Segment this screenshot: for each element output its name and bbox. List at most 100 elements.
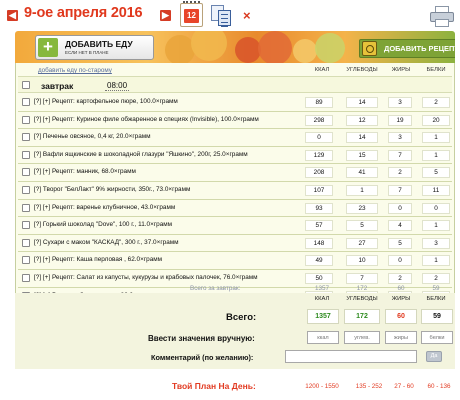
cell-carbs: 41 bbox=[346, 167, 378, 179]
food-name[interactable]: [?] [+] Рецепт: Каша перловая , 62.0×гра… bbox=[34, 256, 312, 263]
cell-carbs: 23 bbox=[346, 202, 378, 214]
food-name[interactable]: [?] [+] Рецепт: Куриное филе обжаренное … bbox=[34, 116, 312, 123]
cell-protein: 1 bbox=[422, 149, 450, 161]
submit-comment-button[interactable]: Да bbox=[426, 351, 442, 362]
cell-kcal: 50 bbox=[305, 272, 333, 284]
prev-arrow-icon[interactable]: ◀ bbox=[7, 10, 18, 21]
column-header-kcal: ККАЛ bbox=[314, 67, 330, 73]
row-checkbox[interactable] bbox=[22, 273, 30, 282]
food-name[interactable]: [?] Вафли ящкинские в шоколадной глазури… bbox=[34, 151, 312, 158]
total-kcal: 1357 bbox=[307, 309, 339, 324]
cell-kcal: 148 bbox=[305, 237, 333, 249]
row-checkbox[interactable] bbox=[22, 150, 30, 159]
row-checkbox[interactable] bbox=[22, 185, 30, 194]
cell-kcal: 129 bbox=[305, 149, 333, 161]
date-title: 9-ое апреля 2016 bbox=[24, 5, 143, 21]
comment-input[interactable] bbox=[285, 350, 417, 363]
cell-protein: 3 bbox=[422, 237, 450, 249]
banner-fruit bbox=[315, 33, 345, 63]
manual-carbs-input[interactable] bbox=[344, 331, 380, 344]
printer-icon[interactable] bbox=[430, 6, 454, 28]
cell-kcal: 208 bbox=[305, 167, 333, 179]
summary-header-fat: ЖИРЫ bbox=[391, 296, 411, 302]
calendar-rings bbox=[183, 1, 200, 6]
cell-fat: 3 bbox=[388, 97, 412, 108]
add-food-label: ДОБАВИТЬ ЕДУ bbox=[65, 39, 133, 49]
table-row: [?] [+] Рецепт: картофельное пюре, 100.0… bbox=[18, 94, 452, 112]
column-header-protein: БЕЛКИ bbox=[426, 67, 446, 73]
manual-entry-label: Ввести значения вручную: bbox=[148, 334, 255, 343]
cell-kcal: 298 bbox=[305, 114, 333, 126]
food-name[interactable]: [?] Печенье овсяное, 0,4 кг, 20.0×грамм bbox=[34, 133, 312, 140]
add-food-sublabel: ЕСЛИ НЕТ В ПЛАНЕ bbox=[65, 50, 109, 55]
food-name[interactable]: [?] [+] Рецепт: Салат из капусты, кукуру… bbox=[34, 274, 312, 281]
row-checkbox[interactable] bbox=[22, 133, 30, 142]
cell-carbs: 15 bbox=[346, 149, 378, 161]
row-checkbox[interactable] bbox=[22, 203, 30, 212]
food-name[interactable]: [?] [+] Рецепт: картофельное пюре, 100.0… bbox=[34, 98, 312, 105]
column-header-fat: ЖИРЫ bbox=[391, 67, 411, 73]
row-checkbox[interactable] bbox=[22, 256, 30, 265]
manual-protein-input[interactable] bbox=[421, 331, 453, 344]
plan-protein: 60 - 136 bbox=[427, 383, 451, 390]
food-name[interactable]: [?] Творог "БелЛакт" 9% жирности, 350г.,… bbox=[34, 186, 312, 193]
breakfast-total-fat: 60 bbox=[397, 285, 405, 292]
meal-checkbox[interactable] bbox=[22, 81, 30, 89]
cell-fat: 19 bbox=[388, 114, 412, 126]
cell-carbs: 14 bbox=[346, 97, 378, 108]
action-banner: + ДОБАВИТЬ ЕДУ ЕСЛИ НЕТ В ПЛАНЕ ДОБАВИТЬ… bbox=[15, 31, 455, 63]
cell-protein: 1 bbox=[422, 220, 450, 232]
copy-icon[interactable] bbox=[211, 5, 233, 27]
plan-kcal: 1200 - 1550 bbox=[305, 383, 339, 390]
food-name[interactable]: [?] [+] Рецепт: манник, 68.0×грамм bbox=[34, 168, 312, 175]
cell-carbs: 10 bbox=[346, 255, 378, 267]
total-protein: 59 bbox=[421, 309, 453, 324]
cell-fat: 4 bbox=[388, 220, 412, 232]
food-name[interactable]: [?] Горький шоколад "Dove", 100 г., 11.0… bbox=[34, 221, 312, 228]
food-name[interactable]: [?] Сухари с маком "КАСКАД", 300 г., 37.… bbox=[34, 239, 312, 246]
add-food-button[interactable]: + ДОБАВИТЬ ЕДУ ЕСЛИ НЕТ В ПЛАНЕ bbox=[35, 35, 154, 60]
cell-kcal: 0 bbox=[305, 132, 333, 144]
summary-header-protein: БЕЛКИ bbox=[426, 296, 446, 302]
row-checkbox[interactable] bbox=[22, 221, 30, 230]
cell-carbs: 14 bbox=[346, 132, 378, 144]
close-icon[interactable]: × bbox=[243, 8, 251, 23]
row-checkbox[interactable] bbox=[22, 238, 30, 247]
summary-header-carbs: УГЛЕВОДЫ bbox=[346, 296, 378, 302]
top-bar: ◀ 9-ое апреля 2016 ▶ 12 × bbox=[0, 0, 460, 34]
food-rows: [?] [+] Рецепт: картофельное пюре, 100.0… bbox=[18, 94, 452, 306]
cell-kcal: 89 bbox=[305, 97, 333, 108]
add-recipe-button[interactable]: ДОБАВИТЬ РЕЦЕПТ bbox=[359, 39, 455, 58]
plan-carbs: 135 - 252 bbox=[355, 383, 383, 390]
copy-icon-front-page bbox=[218, 10, 231, 27]
cell-fat: 7 bbox=[388, 149, 412, 161]
calendar-icon[interactable]: 12 bbox=[180, 1, 203, 27]
food-name[interactable]: [?] [+] Рецепт: варенье клубничное, 43.0… bbox=[34, 204, 312, 211]
meal-time[interactable]: 08:00 bbox=[105, 81, 130, 91]
old-add-food-link[interactable]: добавить еду по-старому bbox=[38, 67, 112, 74]
banner-fruit bbox=[191, 31, 227, 61]
row-checkbox[interactable] bbox=[22, 98, 30, 106]
cell-carbs: 1 bbox=[346, 184, 378, 196]
row-checkbox[interactable] bbox=[22, 168, 30, 177]
cell-carbs: 7 bbox=[346, 272, 378, 284]
table-row: [?] Вафли ящкинские в шоколадной глазури… bbox=[18, 147, 452, 165]
breakfast-total-label: Всего за завтрак: bbox=[190, 285, 241, 292]
plus-icon: + bbox=[38, 38, 58, 57]
row-checkbox[interactable] bbox=[22, 115, 30, 124]
table-row: [?] Творог "БелЛакт" 9% жирности, 350г.,… bbox=[18, 182, 452, 200]
cell-protein: 11 bbox=[422, 184, 450, 196]
banner-fruit bbox=[258, 31, 292, 63]
manual-fat-input[interactable] bbox=[385, 331, 417, 344]
manual-kcal-input[interactable] bbox=[307, 331, 339, 344]
next-arrow-icon[interactable]: ▶ bbox=[160, 10, 171, 21]
cell-protein: 1 bbox=[422, 132, 450, 144]
breakfast-total-carbs: 172 bbox=[356, 285, 368, 292]
cell-protein: 1 bbox=[422, 255, 450, 267]
cell-fat: 5 bbox=[388, 237, 412, 249]
cell-carbs: 12 bbox=[346, 114, 378, 126]
comment-label: Комментарий (по желанию): bbox=[151, 353, 254, 362]
table-row: [?] Сухари с маком "КАСКАД", 300 г., 37.… bbox=[18, 235, 452, 253]
meal-header-row: завтрак 08:00 bbox=[18, 76, 452, 93]
cell-protein: 5 bbox=[422, 167, 450, 179]
